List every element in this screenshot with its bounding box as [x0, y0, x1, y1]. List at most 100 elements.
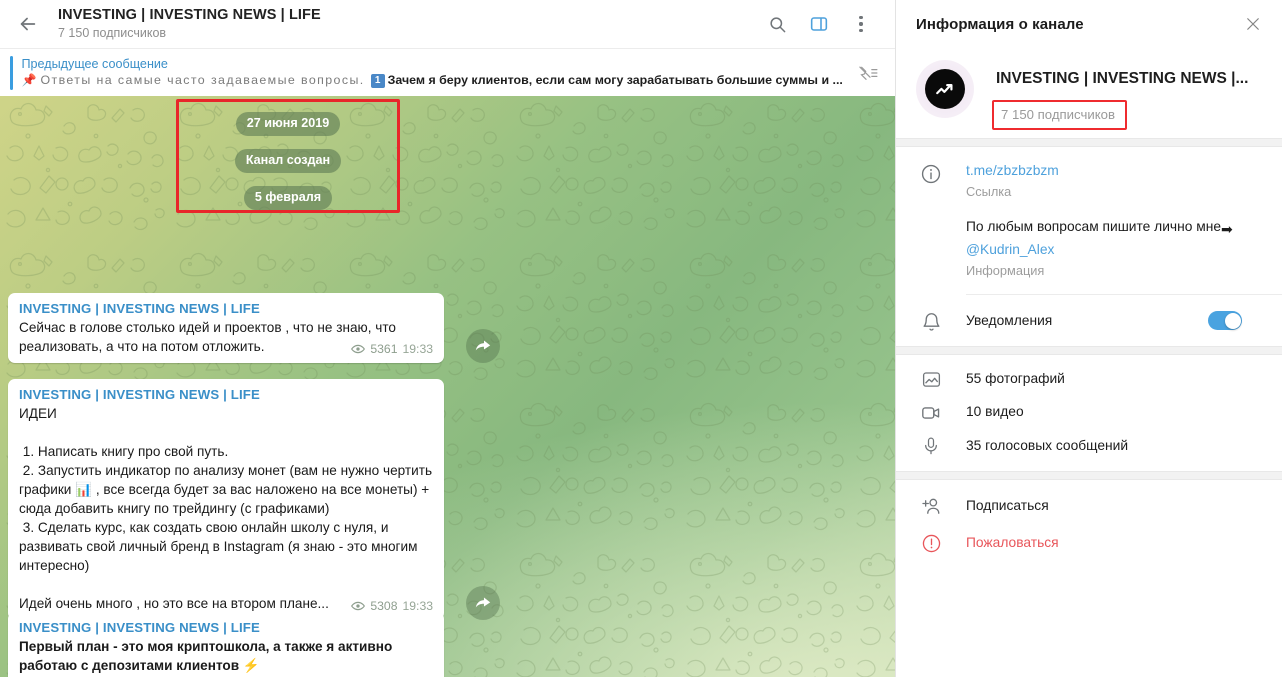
- telegram-window: INVESTING | INVESTING NEWS | LIFE 7 150 …: [0, 0, 1282, 677]
- channel-info-panel: Информация о канале INVESTING | INVESTIN…: [895, 0, 1282, 677]
- search-button[interactable]: [763, 10, 791, 38]
- media-row-voice[interactable]: 35 голосовых сообщений: [896, 433, 1262, 457]
- eye-icon: [351, 344, 366, 354]
- message-bubble[interactable]: INVESTING | INVESTING NEWS | LIFE Сейчас…: [8, 293, 444, 363]
- notifications-label: Уведомления: [966, 313, 1053, 328]
- message-bubble[interactable]: INVESTING | INVESTING NEWS | LIFE Первый…: [8, 612, 444, 677]
- panel-link-content: t.me/zbzbzbzm Ссылка По любым вопросам п…: [966, 161, 1262, 280]
- forward-arrow-icon: [475, 340, 491, 351]
- close-icon: [1247, 18, 1259, 30]
- add-user-icon-wrap: [896, 494, 966, 517]
- eye-icon: [351, 601, 366, 611]
- media-row-photos[interactable]: 55 фотографий: [896, 367, 1262, 390]
- message-row: INVESTING | INVESTING NEWS | LIFE Первый…: [8, 612, 500, 677]
- panel-actions-block: Подписаться Пожаловаться: [896, 480, 1282, 568]
- avatar-inner: [925, 69, 965, 109]
- panel-divider: [896, 471, 1282, 480]
- pinned-list-button[interactable]: [851, 64, 885, 82]
- panel-divider: [896, 138, 1282, 147]
- channel-link[interactable]: t.me/zbzbzbzm: [966, 161, 1262, 181]
- trending-up-icon: [936, 84, 953, 95]
- photo-icon-wrap: [896, 367, 966, 390]
- notifications-toggle[interactable]: [1208, 311, 1242, 330]
- unpin-list-icon: [859, 65, 878, 80]
- chat-subscribers: 7 150 подписчиков: [58, 26, 167, 40]
- toggle-knob: [1224, 312, 1241, 329]
- microphone-icon-wrap: [896, 433, 966, 457]
- forward-button[interactable]: [466, 329, 500, 363]
- media-photos-content: 55 фотографий: [966, 367, 1262, 390]
- pinned-message-preview: 📌 Ответы на самые часто задаваемые вопро…: [22, 72, 852, 89]
- channel-contact-username[interactable]: @Kudrin_Alex: [966, 240, 1262, 260]
- message-text-bold: Первый план - это моя криптошкола, а так…: [19, 639, 397, 673]
- messages-area: 27 июня 2019 Канал создан 5 февраля INVE…: [0, 96, 895, 677]
- message-bubble[interactable]: INVESTING | INVESTING NEWS | LIFE ИДЕИ 1…: [8, 379, 444, 620]
- message-meta-group: 5361 19:33: [351, 341, 433, 357]
- media-voice-content: 35 голосовых сообщений: [966, 434, 1262, 457]
- channel-name: INVESTING | INVESTING NEWS |...: [996, 69, 1249, 87]
- video-icon-wrap: [896, 401, 966, 423]
- report-row[interactable]: Пожаловаться: [896, 531, 1262, 554]
- bell-icon-wrap: [896, 309, 966, 333]
- panel-divider: [896, 346, 1282, 355]
- report-icon: [922, 534, 940, 553]
- report-label: Пожаловаться: [966, 535, 1059, 550]
- panel-info-block: t.me/zbzbzbzm Ссылка По любым вопросам п…: [896, 147, 1282, 294]
- panel-title: Информация о канале: [916, 15, 1084, 33]
- pinned-message-body: Предыдущее сообщение 📌 Ответы на самые ч…: [13, 56, 852, 89]
- media-videos-content: 10 видео: [966, 400, 1262, 423]
- channel-description: По любым вопросам пишите лично мне➡: [966, 217, 1262, 240]
- right-arrow-emoji: ➡: [1221, 222, 1233, 237]
- channel-profile: INVESTING | INVESTING NEWS |... 7 150 по…: [896, 48, 1282, 138]
- subscribe-label: Подписаться: [966, 498, 1049, 513]
- pinned-message-label: Предыдущее сообщение: [21, 57, 168, 71]
- panel-link-row[interactable]: t.me/zbzbzbzm Ссылка По любым вопросам п…: [896, 161, 1262, 280]
- pinned-number-badge: 1: [370, 73, 385, 88]
- message-row: INVESTING | INVESTING NEWS | LIFE ИДЕИ 1…: [8, 379, 500, 620]
- chat-header-actions: [763, 10, 881, 38]
- avatar[interactable]: [916, 60, 974, 118]
- message-author: INVESTING | INVESTING NEWS | LIFE: [19, 387, 260, 402]
- pin-emoji: 📌: [21, 73, 37, 87]
- highlight-box-subscribers: 7 150 подписчиков: [992, 100, 1127, 130]
- back-button[interactable]: [8, 4, 48, 44]
- service-pill-channel-created: Канал создан: [234, 149, 342, 173]
- panel-header: Информация о канале: [896, 0, 1282, 48]
- pinned-preview-grey: Ответы на самые часто задаваемые вопросы…: [40, 73, 365, 87]
- message-views: 5361: [370, 342, 398, 356]
- notifications-row[interactable]: Уведомления: [896, 303, 1262, 338]
- pinned-preview-bold: Зачем я беру клиентов, если сам могу зар…: [387, 73, 843, 87]
- close-panel-button[interactable]: [1238, 9, 1268, 39]
- info-icon-wrap: [896, 161, 966, 185]
- media-voice-label: 35 голосовых сообщений: [966, 437, 1129, 453]
- media-row-videos[interactable]: 10 видео: [896, 400, 1262, 423]
- more-options-button[interactable]: [847, 10, 875, 38]
- chat-title: INVESTING | INVESTING NEWS | LIFE: [58, 7, 321, 23]
- pinned-message-bar[interactable]: Предыдущее сообщение 📌 Ответы на самые ч…: [0, 48, 895, 96]
- more-vertical-icon: [859, 15, 863, 20]
- toggle-info-panel-button[interactable]: [805, 10, 833, 38]
- date-pill: 5 февраля: [243, 186, 333, 210]
- bell-icon: [922, 312, 940, 331]
- report-icon-wrap: [896, 531, 966, 554]
- notifications-control: Уведомления: [966, 303, 1262, 338]
- chat-column: INVESTING | INVESTING NEWS | LIFE 7 150 …: [0, 0, 895, 677]
- message-row: INVESTING | INVESTING NEWS | LIFE Сейчас…: [8, 293, 500, 363]
- arrow-left-icon: [20, 17, 36, 31]
- date-pill: 27 июня 2019: [235, 112, 341, 136]
- chat-header: INVESTING | INVESTING NEWS | LIFE 7 150 …: [0, 0, 895, 48]
- message-text: ИДЕИ 1. Написать книгу про свой путь. 2.…: [19, 406, 433, 611]
- microphone-icon: [925, 437, 937, 455]
- message-author: INVESTING | INVESTING NEWS | LIFE: [19, 620, 260, 635]
- media-photos-label: 55 фотографий: [966, 371, 1065, 386]
- photo-icon: [922, 372, 940, 387]
- channel-description-text: По любым вопросам пишите лично мне: [966, 219, 1221, 234]
- toggle-info-panel-icon: [810, 17, 828, 31]
- subscribe-row[interactable]: Подписаться: [896, 494, 1262, 517]
- video-icon: [922, 406, 940, 419]
- channel-description-caption: Информация: [966, 263, 1045, 278]
- add-user-icon: [921, 498, 939, 514]
- subscribe-content: Подписаться: [966, 494, 1262, 517]
- forward-arrow-icon: [475, 597, 491, 608]
- message-author: INVESTING | INVESTING NEWS | LIFE: [19, 301, 260, 316]
